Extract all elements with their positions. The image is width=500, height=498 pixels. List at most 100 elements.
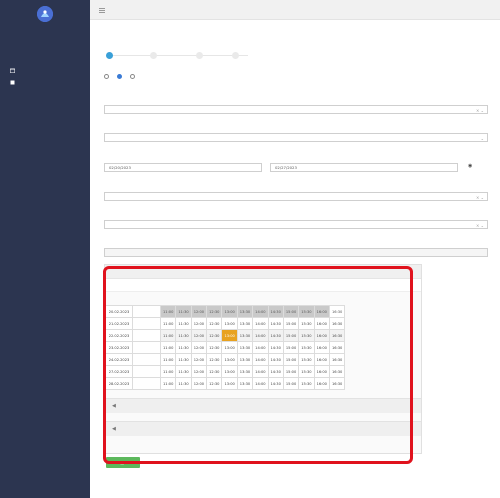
- time-slot[interactable]: 15:30: [298, 353, 315, 366]
- time-slot[interactable]: 14:30: [267, 365, 284, 378]
- time-slot[interactable]: 11:30: [175, 353, 192, 366]
- time-slot[interactable]: 16:30: [328, 317, 346, 330]
- time-slot[interactable]: 12:00: [190, 305, 208, 318]
- time-slot[interactable]: 11:30: [175, 377, 192, 390]
- sidebar-item-3[interactable]: [10, 80, 18, 85]
- radio-option-2[interactable]: [117, 74, 124, 79]
- time-slot[interactable]: 12:00: [190, 317, 208, 330]
- time-slot[interactable]: 11:00: [159, 353, 177, 366]
- wizard-dot-2[interactable]: [150, 52, 157, 59]
- radio-option-3[interactable]: [130, 74, 137, 79]
- time-slot[interactable]: 11:00: [159, 341, 177, 354]
- time-slot[interactable]: 15:30: [298, 305, 315, 318]
- time-slot[interactable]: 11:00: [159, 305, 177, 318]
- time-slot[interactable]: 15:00: [282, 365, 300, 378]
- clear-caret-icon[interactable]: × ⌄: [476, 195, 484, 200]
- time-slot[interactable]: 16:00: [313, 317, 330, 330]
- time-slot[interactable]: 12:00: [190, 365, 208, 378]
- time-slot[interactable]: 16:00: [313, 365, 330, 378]
- time-slot[interactable]: 14:30: [267, 377, 284, 390]
- time-slot[interactable]: 16:30: [328, 353, 346, 366]
- time-slot[interactable]: 15:00: [282, 317, 300, 330]
- time-slot[interactable]: 11:30: [175, 329, 192, 342]
- time-slot[interactable]: 11:30: [175, 317, 192, 330]
- time-slot[interactable]: 16:00: [313, 353, 330, 366]
- time-slot[interactable]: 14:30: [267, 317, 284, 330]
- horizontal-scrollbar-2[interactable]: ◀: [105, 421, 421, 436]
- visit-type-select[interactable]: ⌄: [104, 133, 488, 142]
- time-slot[interactable]: 16:00: [313, 377, 330, 390]
- time-slot[interactable]: 12:30: [206, 341, 223, 354]
- time-slot[interactable]: 16:30: [328, 305, 346, 318]
- time-slot[interactable]: 12:00: [190, 353, 208, 366]
- time-slot[interactable]: 11:00: [159, 365, 177, 378]
- menu-icon[interactable]: [99, 8, 105, 13]
- time-slot[interactable]: 15:00: [282, 329, 300, 342]
- time-slot[interactable]: 13:00: [221, 317, 238, 330]
- time-slot[interactable]: 16:30: [328, 365, 346, 378]
- eye-icon[interactable]: ◉: [468, 163, 472, 169]
- time-slot[interactable]: 12:30: [206, 317, 223, 330]
- time-slot[interactable]: 12:30: [206, 377, 223, 390]
- time-slot[interactable]: 13:30: [236, 341, 254, 354]
- time-slot[interactable]: 15:30: [298, 377, 315, 390]
- clear-caret-icon[interactable]: × ⌄: [476, 223, 484, 228]
- time-slot[interactable]: 14:00: [252, 329, 269, 342]
- wizard-dot-3[interactable]: [196, 52, 203, 59]
- time-slot[interactable]: 13:00: [221, 377, 238, 390]
- time-slot[interactable]: 13:30: [236, 377, 254, 390]
- time-slot[interactable]: 15:00: [282, 353, 300, 366]
- time-slot[interactable]: 13:00: [221, 341, 238, 354]
- service-select[interactable]: × ⌄: [104, 105, 488, 114]
- doctor-select[interactable]: × ⌄: [104, 220, 488, 229]
- scroll-left-icon[interactable]: ◀: [112, 403, 116, 409]
- time-slot[interactable]: 15:30: [298, 317, 315, 330]
- time-slot[interactable]: 12:00: [190, 329, 208, 342]
- time-slot[interactable]: 14:30: [267, 305, 284, 318]
- time-slot[interactable]: 13:00: [221, 305, 238, 318]
- time-slot[interactable]: 13:30: [236, 365, 254, 378]
- branch-select[interactable]: × ⌄: [104, 192, 488, 201]
- time-slot[interactable]: 16:00: [313, 329, 330, 342]
- time-slot[interactable]: 14:00: [252, 353, 269, 366]
- time-slot[interactable]: 12:30: [206, 305, 223, 318]
- time-slot[interactable]: 14:00: [252, 341, 269, 354]
- date-to-input[interactable]: 02/27/2023: [270, 163, 458, 172]
- time-slot[interactable]: 13:00: [221, 353, 238, 366]
- scroll-left-icon[interactable]: ◀: [112, 426, 116, 432]
- wizard-dot-1[interactable]: [106, 52, 113, 59]
- time-slot[interactable]: 11:30: [175, 305, 192, 318]
- horizontal-scrollbar-1[interactable]: ◀: [105, 398, 421, 413]
- time-slot[interactable]: 11:00: [159, 377, 177, 390]
- time-slot[interactable]: 13:00: [221, 329, 238, 342]
- time-slot[interactable]: 13:30: [236, 353, 254, 366]
- time-slot[interactable]: 11:00: [159, 317, 177, 330]
- time-slot[interactable]: 12:00: [190, 377, 208, 390]
- time-slot[interactable]: 16:30: [328, 341, 346, 354]
- time-slot[interactable]: 14:00: [252, 305, 269, 318]
- time-slot[interactable]: 15:30: [298, 365, 315, 378]
- time-slot[interactable]: 11:00: [159, 329, 177, 342]
- time-slot[interactable]: 13:30: [236, 317, 254, 330]
- time-slot[interactable]: 16:00: [313, 341, 330, 354]
- time-slot[interactable]: 14:00: [252, 377, 269, 390]
- time-slot[interactable]: 13:30: [236, 329, 254, 342]
- time-slot[interactable]: 12:30: [206, 353, 223, 366]
- time-slot[interactable]: 15:30: [298, 329, 315, 342]
- time-slot[interactable]: 15:00: [282, 377, 300, 390]
- time-slot[interactable]: 15:00: [282, 305, 300, 318]
- sidebar-item-2[interactable]: [10, 68, 18, 73]
- time-slot[interactable]: 14:30: [267, 341, 284, 354]
- time-slot[interactable]: 11:30: [175, 341, 192, 354]
- time-slot[interactable]: 14:00: [252, 365, 269, 378]
- chevron-down-icon[interactable]: ⌄: [481, 136, 484, 141]
- date-from-input[interactable]: 02/20/2023: [104, 163, 262, 172]
- time-slot[interactable]: 13:00: [221, 365, 238, 378]
- time-slot[interactable]: 16:30: [328, 377, 346, 390]
- clear-caret-icon[interactable]: × ⌄: [476, 108, 484, 113]
- time-slot[interactable]: 14:30: [267, 329, 284, 342]
- time-slot[interactable]: 16:30: [328, 329, 346, 342]
- time-slot[interactable]: 12:30: [206, 329, 223, 342]
- save-button[interactable]: ▣: [106, 457, 140, 468]
- time-slot[interactable]: 13:30: [236, 305, 254, 318]
